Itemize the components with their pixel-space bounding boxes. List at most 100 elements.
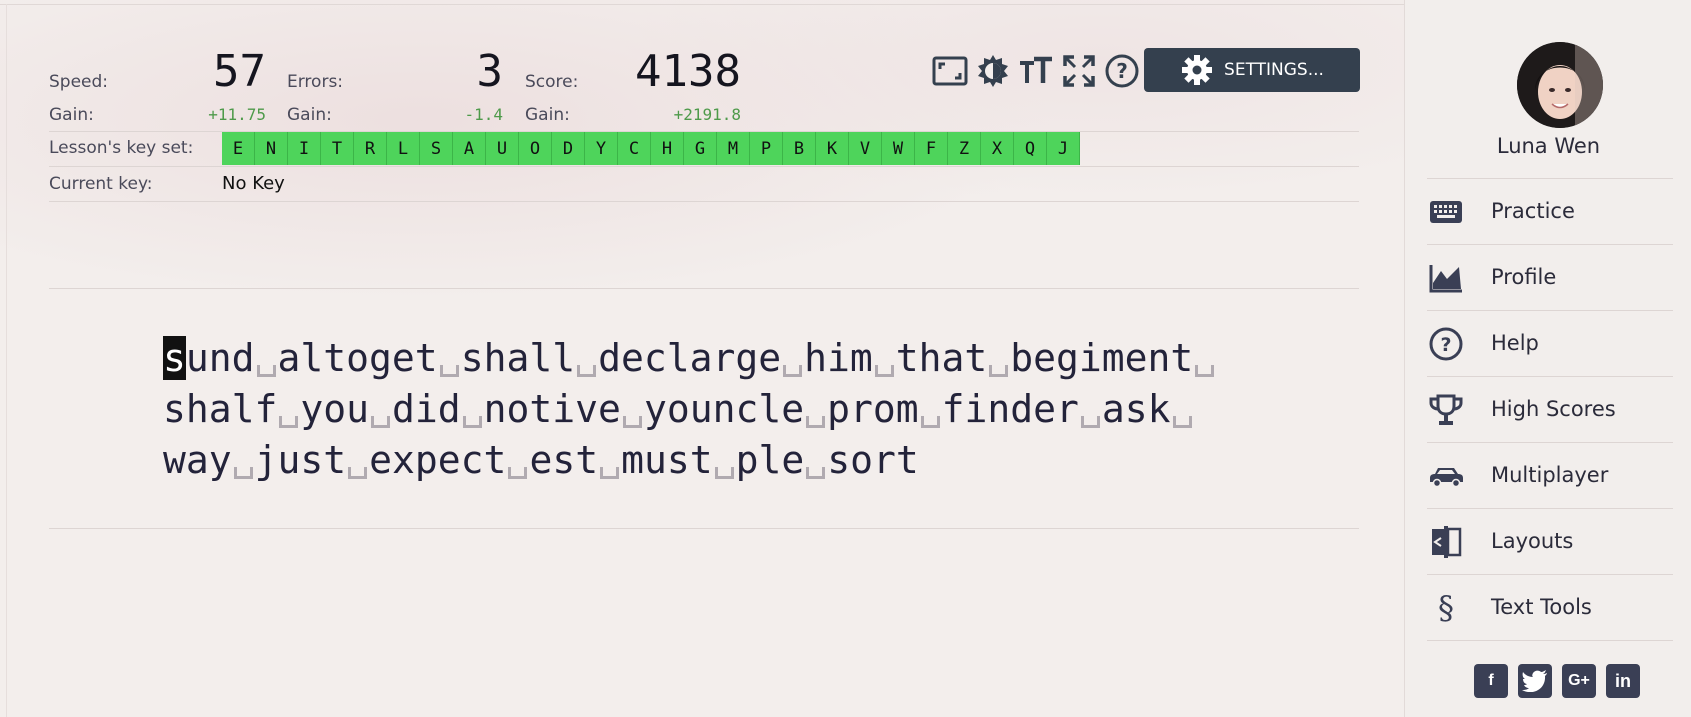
- gear-icon: [1180, 53, 1214, 87]
- divider: [49, 528, 1359, 529]
- space-marker: [461, 392, 484, 430]
- text-line: sund altoget shall declarge him that begiment: [163, 333, 1216, 384]
- errors-gain-value: -1.4: [464, 105, 503, 124]
- word: prom: [827, 387, 919, 431]
- key-cell: V: [849, 132, 882, 165]
- help-icon: ?: [1427, 326, 1465, 362]
- current-key-value: No Key: [222, 173, 285, 194]
- facebook-icon[interactable]: f: [1474, 664, 1508, 698]
- google-plus-icon[interactable]: G+: [1562, 664, 1596, 698]
- sidebar: Luna Wen Practice Profile? Help High Scores…: [1404, 0, 1691, 717]
- sidebar-item-help[interactable]: ? Help: [1427, 310, 1673, 377]
- sidebar-item-text-tools[interactable]: § Text Tools: [1427, 574, 1673, 641]
- score-label: Score:: [525, 72, 579, 92]
- word: expect: [369, 438, 507, 482]
- sidebar-item-label: Text Tools: [1491, 595, 1592, 619]
- twitter-icon[interactable]: [1518, 664, 1552, 698]
- word: you: [300, 387, 370, 431]
- key-cell: R: [354, 132, 387, 165]
- svg-text:?: ?: [1116, 59, 1128, 83]
- avatar[interactable]: [1517, 42, 1603, 128]
- key-cell: F: [915, 132, 948, 165]
- key-cell: Y: [585, 132, 618, 165]
- key-cell: B: [783, 132, 816, 165]
- word: that: [895, 336, 988, 380]
- speed-label: Speed:: [49, 72, 109, 92]
- key-cell: J: [1047, 132, 1080, 165]
- space-marker: [438, 341, 461, 379]
- space-marker: [1171, 392, 1194, 430]
- text-line: shalf you did notive youncle prom finder ask: [163, 384, 1216, 435]
- key-cell: P: [750, 132, 783, 165]
- key-cell: G: [684, 132, 717, 165]
- word: did: [392, 387, 461, 431]
- word: shalf: [163, 387, 278, 431]
- key-cell: X: [981, 132, 1014, 165]
- key-cell: N: [255, 132, 288, 165]
- key-cell: A: [453, 132, 486, 165]
- divider: [49, 201, 1359, 202]
- cursor-char: s: [163, 336, 186, 380]
- key-cell: W: [882, 132, 915, 165]
- space-marker: [1193, 341, 1216, 379]
- sidebar-item-label: High Scores: [1491, 397, 1616, 421]
- font-size-icon[interactable]: [1017, 52, 1055, 90]
- space-marker: [277, 392, 300, 430]
- sidebar-item-multiplayer[interactable]: Multiplayer: [1427, 442, 1673, 509]
- theme-contrast-icon[interactable]: [974, 52, 1012, 90]
- divider: [49, 166, 1359, 167]
- speed-value: 57: [213, 46, 266, 97]
- key-cell: K: [816, 132, 849, 165]
- sidebar-item-label: Help: [1491, 331, 1539, 355]
- word: notive: [483, 387, 621, 431]
- score-gain-value: +2191.8: [673, 105, 741, 124]
- lesson-keyset: ENITRLSAUODYCHGMPBKVWFZXQJ: [222, 132, 1080, 165]
- score-gain-label: Gain:: [525, 105, 570, 125]
- sidebar-item-high-scores[interactable]: High Scores: [1427, 376, 1673, 443]
- word: est: [529, 438, 599, 482]
- space-marker: [506, 443, 529, 481]
- user-name[interactable]: Luna Wen: [1405, 134, 1691, 158]
- key-cell: O: [519, 132, 552, 165]
- sidebar-item-label: Profile: [1491, 265, 1557, 289]
- errors-label: Errors:: [287, 72, 344, 92]
- sidebar-divider: [1427, 640, 1673, 641]
- car-icon: [1427, 458, 1465, 494]
- space-marker: [346, 443, 369, 481]
- linkedin-icon[interactable]: in: [1606, 664, 1640, 698]
- errors-value: 3: [476, 46, 504, 97]
- word: altoget: [277, 336, 438, 380]
- key-cell: D: [552, 132, 585, 165]
- word: declarge: [598, 336, 782, 380]
- fullscreen-window-icon[interactable]: [931, 52, 969, 90]
- svg-text:?: ?: [1440, 334, 1451, 356]
- word: way: [163, 438, 232, 482]
- word: youncle: [643, 387, 805, 431]
- space-marker: [621, 392, 644, 430]
- section-icon: §: [1427, 590, 1465, 626]
- svg-text:§: §: [1438, 591, 1454, 625]
- keyboard-icon: [1427, 194, 1465, 230]
- help-circle-icon[interactable]: ?: [1103, 52, 1141, 90]
- space-marker: [232, 443, 255, 481]
- word: begiment: [1010, 336, 1194, 380]
- typing-text[interactable]: sund altoget shall declarge him that begiment s…: [163, 333, 1216, 486]
- expand-icon[interactable]: [1060, 52, 1098, 90]
- key-cell: U: [486, 132, 519, 165]
- top-border: [0, 4, 1404, 5]
- word: shall: [460, 336, 576, 380]
- left-border: [6, 4, 7, 717]
- sidebar-item-layouts[interactable]: Layouts: [1427, 508, 1673, 575]
- settings-button[interactable]: SETTINGS...: [1144, 48, 1360, 92]
- space-marker: [598, 443, 621, 481]
- divider: [49, 288, 1359, 289]
- key-cell: H: [651, 132, 684, 165]
- chart-line-icon: [1427, 260, 1465, 296]
- trophy-icon: [1427, 392, 1465, 428]
- sidebar-item-profile[interactable]: Profile: [1427, 244, 1673, 311]
- key-cell: Q: [1014, 132, 1047, 165]
- key-cell: C: [618, 132, 651, 165]
- space-marker: [873, 341, 896, 379]
- space-marker: [781, 341, 804, 379]
- sidebar-item-practice[interactable]: Practice: [1427, 178, 1673, 245]
